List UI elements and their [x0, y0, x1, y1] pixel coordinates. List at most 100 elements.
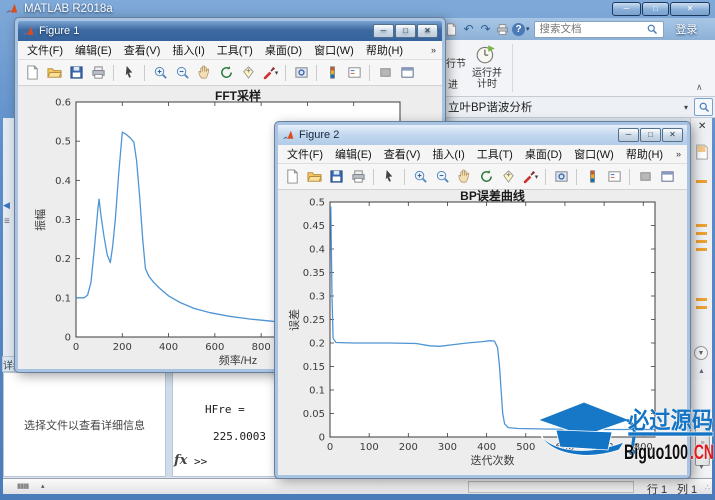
data-cursor-icon[interactable] — [238, 64, 258, 82]
brush-icon[interactable]: ▾ — [260, 64, 280, 82]
brush-icon[interactable]: ▾ — [520, 168, 540, 186]
command-prompt[interactable]: >> — [194, 455, 207, 468]
menu-tools[interactable]: 工具(T) — [471, 146, 519, 162]
new-figure-icon[interactable] — [282, 168, 302, 186]
show-plot-tools-icon[interactable] — [657, 168, 677, 186]
menu-help[interactable]: 帮助(H) — [620, 146, 669, 162]
menu-desktop[interactable]: 桌面(D) — [519, 146, 568, 162]
menu-desktop[interactable]: 桌面(D) — [259, 42, 308, 58]
zoom-out-icon[interactable] — [172, 64, 192, 82]
zoom-in-icon[interactable] — [410, 168, 430, 186]
insert-colorbar-icon[interactable] — [322, 64, 342, 82]
link-plot-icon[interactable] — [291, 64, 311, 82]
menu-tools[interactable]: 工具(T) — [211, 42, 259, 58]
hide-plot-tools-icon[interactable] — [635, 168, 655, 186]
back-icon[interactable]: ◀ — [3, 200, 10, 211]
figure2-titlebar[interactable]: Figure 2 ─ □ ✕ — [278, 125, 687, 145]
editor-document-icon[interactable] — [695, 144, 709, 165]
address-bar[interactable]: 立叶BP谐波分析 ▾ — [443, 97, 715, 118]
menu-window[interactable]: 窗口(W) — [308, 42, 360, 58]
open-file-icon[interactable] — [304, 168, 324, 186]
help-dropdown-icon[interactable]: ▾ — [526, 25, 530, 33]
save-figure-icon[interactable] — [326, 168, 346, 186]
code-warning-marker[interactable] — [696, 232, 707, 235]
close-button[interactable]: ✕ — [670, 2, 710, 16]
maximize-button[interactable]: □ — [642, 2, 669, 16]
maximize-button[interactable]: □ — [640, 128, 661, 142]
login-button[interactable]: 登录 — [676, 21, 698, 37]
minimize-button[interactable]: ─ — [618, 128, 639, 142]
undo-icon[interactable]: ↶ — [460, 21, 477, 38]
close-button[interactable]: ✕ — [417, 24, 438, 38]
run-and-time-icon[interactable] — [475, 43, 497, 70]
status-widget-caret-icon[interactable]: ▴ — [41, 482, 45, 490]
link-plot-icon[interactable] — [551, 168, 571, 186]
help-icon[interactable]: ? — [512, 22, 525, 36]
pan-icon[interactable] — [454, 168, 474, 186]
menu-insert[interactable]: 插入(I) — [166, 42, 210, 58]
close-button[interactable]: ✕ — [662, 128, 683, 142]
toolbar-separator — [285, 64, 286, 81]
menu-overflow-icon[interactable]: » — [431, 45, 439, 55]
details-panel-tab[interactable]: 详细信息 — [2, 356, 15, 372]
menu-window[interactable]: 窗口(W) — [568, 146, 620, 162]
insert-colorbar-icon[interactable] — [582, 168, 602, 186]
print-figure-icon[interactable] — [88, 64, 108, 82]
list-icon[interactable]: ≡ — [4, 216, 10, 227]
path-dropdown-icon[interactable]: ▾ — [684, 103, 694, 112]
message-indicator-icon[interactable]: ▼ — [694, 346, 708, 360]
ribbon-collapse-icon[interactable]: ∧ — [696, 82, 703, 93]
show-plot-tools-icon[interactable] — [397, 64, 417, 82]
code-warning-marker[interactable] — [696, 224, 707, 227]
minimize-button[interactable]: ─ — [373, 24, 394, 38]
minimize-button[interactable]: ─ — [612, 2, 641, 16]
pan-icon[interactable] — [194, 64, 214, 82]
insert-legend-icon[interactable] — [344, 64, 364, 82]
data-cursor-icon[interactable] — [498, 168, 518, 186]
insert-legend-icon[interactable] — [604, 168, 624, 186]
code-warning-marker[interactable] — [696, 248, 707, 251]
code-warning-marker[interactable] — [696, 240, 707, 243]
current-folder-path[interactable]: 立叶BP谐波分析 — [448, 99, 532, 115]
edit-plot-icon[interactable] — [119, 64, 139, 82]
open-file-icon[interactable] — [44, 64, 64, 82]
redo-icon[interactable]: ↷ — [477, 21, 494, 38]
menu-view[interactable]: 查看(V) — [118, 42, 167, 58]
menu-edit[interactable]: 编辑(E) — [69, 42, 118, 58]
print-figure-icon[interactable] — [348, 168, 368, 186]
ribbon-run-section-partial: 行节 — [446, 59, 466, 70]
code-warning-marker[interactable] — [696, 180, 707, 183]
search-icon[interactable] — [646, 23, 658, 35]
brush-dropdown-icon[interactable]: ▾ — [275, 69, 279, 77]
menu-help[interactable]: 帮助(H) — [360, 42, 409, 58]
scroll-up-icon[interactable]: ▲ — [698, 368, 705, 375]
code-warning-marker[interactable] — [696, 306, 707, 309]
maximize-button[interactable]: □ — [395, 24, 416, 38]
zoom-out-icon[interactable] — [432, 168, 452, 186]
menu-file[interactable]: 文件(F) — [21, 42, 69, 58]
new-figure-icon[interactable] — [22, 64, 42, 82]
menu-edit[interactable]: 编辑(E) — [329, 146, 378, 162]
folder-search-button[interactable] — [694, 98, 713, 116]
zoom-in-icon[interactable] — [150, 64, 170, 82]
menu-view[interactable]: 查看(V) — [378, 146, 427, 162]
editor-close-icon[interactable]: ✕ — [698, 121, 706, 132]
menu-insert[interactable]: 插入(I) — [426, 146, 470, 162]
code-warning-marker[interactable] — [696, 298, 707, 301]
print-icon[interactable] — [494, 21, 511, 38]
figure1-titlebar[interactable]: Figure 1 ─ □ ✕ — [18, 21, 442, 41]
new-script-icon[interactable] — [443, 21, 460, 38]
main-titlebar[interactable]: MATLAB R2018a — [0, 0, 715, 18]
resize-grip-icon[interactable]: ∴ — [705, 483, 710, 492]
hide-plot-tools-icon[interactable] — [375, 64, 395, 82]
run-and-time-button[interactable]: 运行并计时 — [468, 68, 506, 90]
rotate-3d-icon[interactable] — [476, 168, 496, 186]
edit-plot-icon[interactable] — [379, 168, 399, 186]
save-figure-icon[interactable] — [66, 64, 86, 82]
status-widget-icon[interactable]: ▮▮▮▮ — [17, 482, 29, 490]
menu-file[interactable]: 文件(F) — [281, 146, 329, 162]
menu-overflow-icon[interactable]: » — [676, 149, 684, 159]
doc-search-input[interactable] — [537, 22, 646, 36]
rotate-3d-icon[interactable] — [216, 64, 236, 82]
brush-dropdown-icon[interactable]: ▾ — [535, 173, 539, 181]
